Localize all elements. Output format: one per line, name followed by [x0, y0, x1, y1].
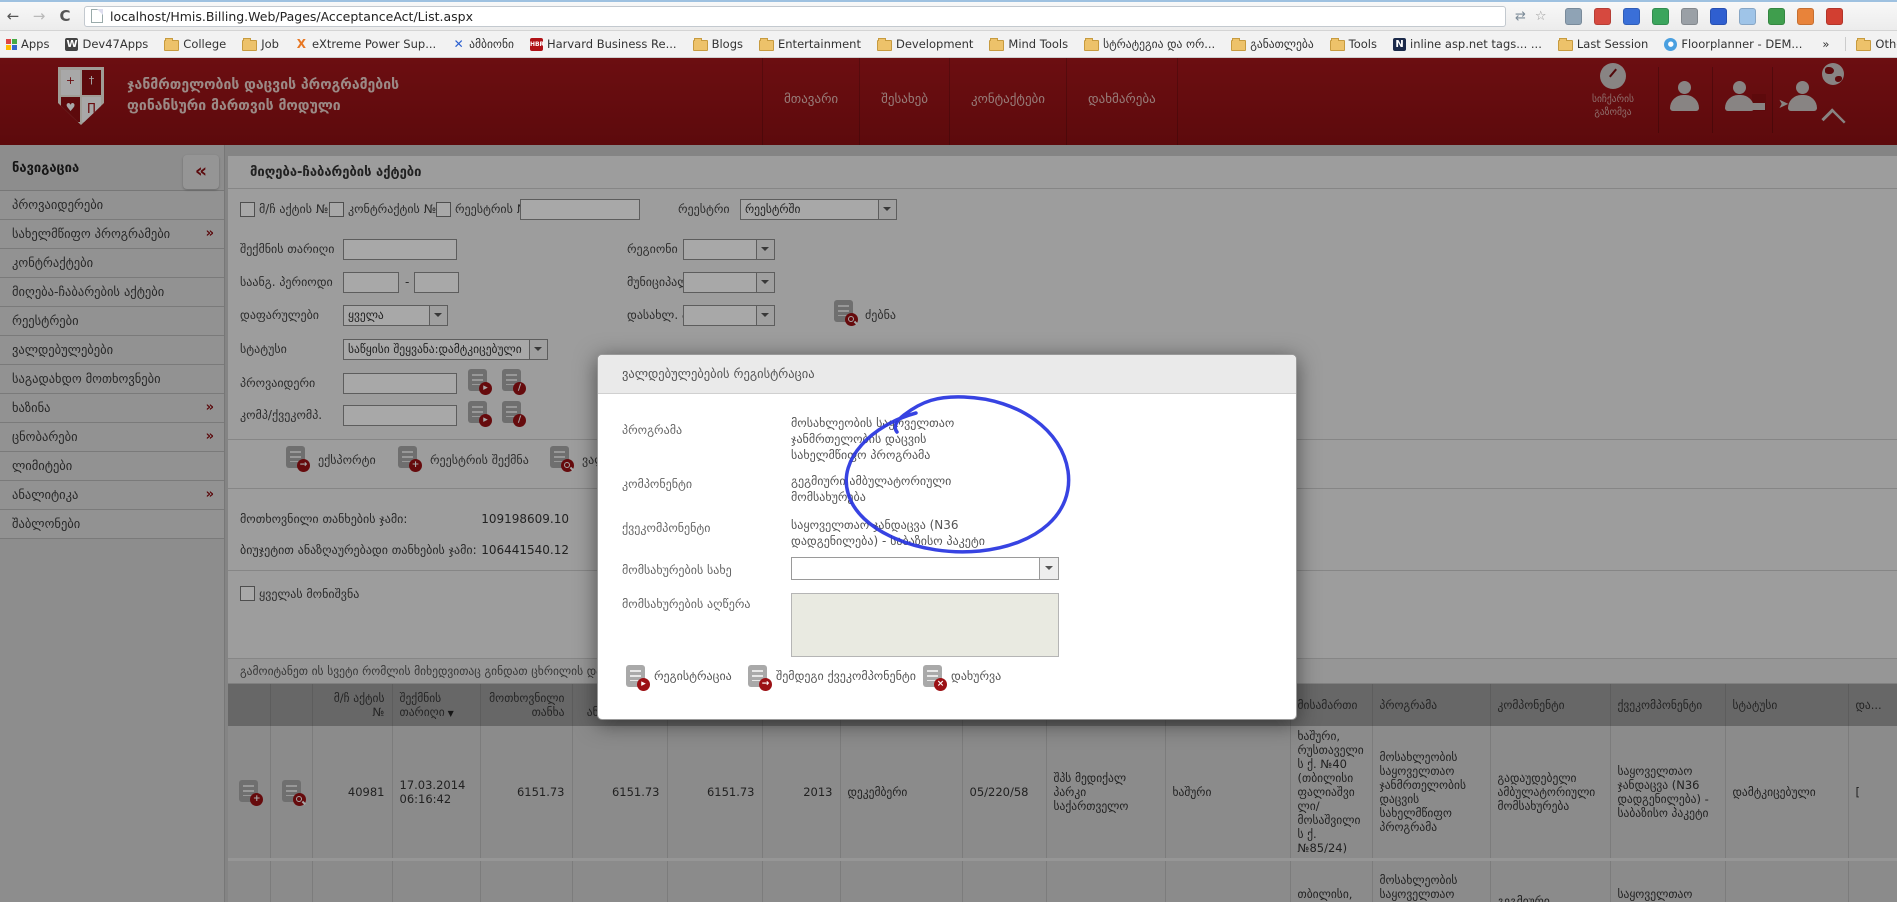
blue-dot-icon: ● — [1664, 38, 1677, 51]
folder-icon — [1084, 40, 1099, 51]
sync-arrows-extension-icon[interactable] — [1652, 8, 1669, 25]
registration-icon: ▸ — [626, 665, 645, 687]
folder-icon — [242, 40, 257, 51]
gmail-extension-icon[interactable] — [1826, 8, 1843, 25]
subcomponent-label: ქვეკომპონენტი — [622, 521, 710, 535]
bookmark-item[interactable]: Job — [242, 37, 279, 51]
browser-chrome: ← → C localhost/Hmis.Billing.Web/Pages/A… — [0, 0, 1897, 58]
bookmark-label: Development — [896, 37, 973, 51]
next-icon: → — [748, 665, 767, 687]
service-desc-label: მომსახურების აღწერა — [622, 597, 751, 611]
bookmark-item[interactable]: Development — [877, 37, 973, 51]
bookmark-label: განათლება — [1250, 37, 1313, 51]
bookmark-label: College — [183, 37, 226, 51]
bookmark-label: სტრატეგია და ორ... — [1103, 37, 1215, 51]
bookmark-item[interactable]: HBR Harvard Business Re... — [530, 37, 677, 51]
n-box-icon: N — [1393, 38, 1406, 51]
bookmark-label: Blogs — [712, 37, 743, 51]
folder-icon — [1558, 40, 1573, 51]
bookmark-item[interactable]: W Dev47Apps — [65, 37, 148, 51]
reload-icon[interactable]: C — [52, 7, 78, 25]
w-box-icon: W — [65, 38, 78, 51]
bookmark-item[interactable]: Ninline asp.net tags... ... — [1393, 37, 1542, 51]
program-label: პროგრამა — [622, 423, 682, 437]
modal-component-label: კომპონენტი — [622, 477, 692, 491]
modal-component-value: გეგმიური ამბულატორიული მომსახურება — [791, 473, 996, 505]
bookmark-label: Harvard Business Re... — [547, 37, 677, 51]
folder-icon — [759, 40, 774, 51]
bookmark-item[interactable]: Tools — [1330, 37, 1377, 51]
bookmark-label: Dev47Apps — [82, 37, 148, 51]
modal-title: ვალდებულებების რეგისტრაცია — [598, 355, 1296, 394]
subcomponent-value: საყოველთაო ჯანდაცვა (N36 დადგენილება) - … — [791, 517, 996, 549]
bookmark-label: Mind Tools — [1008, 37, 1068, 51]
folder-icon — [164, 40, 179, 51]
bookmark-item[interactable]: სტრატეგია და ორ... — [1084, 37, 1215, 51]
bookmark-item[interactable]: Last Session — [1558, 37, 1649, 51]
service-desc-textarea[interactable] — [791, 593, 1059, 657]
bookmark-item[interactable]: ✕ ამბიონი — [452, 37, 514, 51]
service-type-label: მომსახურების სახე — [622, 563, 732, 577]
dots-grid-extension-icon[interactable] — [1681, 8, 1698, 25]
bookmark-label: eXtreme Power Sup... — [312, 37, 436, 51]
bookmark-label: Apps — [21, 37, 49, 51]
hbr-icon: HBR — [530, 38, 543, 51]
back-icon[interactable]: ← — [0, 7, 26, 25]
folder-icon — [1231, 40, 1246, 51]
bookmark-item[interactable]: განათლება — [1231, 37, 1313, 51]
bookmark-item[interactable]: XeXtreme Power Sup... — [295, 37, 436, 51]
bookmark-label: Other bookmarks — [1875, 37, 1897, 51]
pocket-extension-icon[interactable] — [1594, 8, 1611, 25]
translate-extension-icon[interactable] — [1623, 8, 1640, 25]
folder-icon — [877, 40, 892, 51]
bookmark-item[interactable]: Apps — [6, 37, 49, 51]
apps-grid-icon — [6, 39, 17, 50]
page-icon — [91, 9, 103, 23]
bookmark-item[interactable]: Blogs — [693, 37, 743, 51]
share-icon[interactable]: ⇄ — [1515, 9, 1526, 24]
bookmark-label: inline asp.net tags... ... — [1410, 37, 1542, 51]
close-button[interactable]: × დახურვა — [923, 665, 1001, 687]
obligation-registration-modal: ვალდებულებების რეგისტრაცია პროგრამა მოსა… — [597, 354, 1297, 720]
cast-extension-icon[interactable] — [1565, 8, 1582, 25]
bookmark-item[interactable]: » — [1818, 37, 1829, 51]
service-type-select[interactable] — [791, 557, 1059, 580]
address-bar[interactable]: localhost/Hmis.Billing.Web/Pages/Accepta… — [84, 6, 1506, 27]
extension-icons — [1565, 8, 1843, 25]
browser-orange-extension-icon[interactable] — [1797, 8, 1814, 25]
folder-icon — [989, 40, 1004, 51]
x-orange-icon: X — [295, 38, 308, 51]
browser-toolbar: ← → C localhost/Hmis.Billing.Web/Pages/A… — [0, 0, 1897, 31]
url-text: localhost/Hmis.Billing.Web/Pages/Accepta… — [110, 9, 473, 24]
windows-extension-icon[interactable] — [1710, 8, 1727, 25]
bookmark-item[interactable]: Mind Tools — [989, 37, 1068, 51]
folder-icon — [1856, 40, 1871, 51]
bookmark-star-icon[interactable]: ☆ — [1535, 9, 1547, 24]
bookmark-label: ამბიონი — [469, 37, 514, 51]
forward-icon[interactable]: → — [26, 7, 52, 25]
bookmark-label: Tools — [1349, 37, 1377, 51]
bookmarks-bar: Apps W Dev47Apps College Job XeXtreme Power S… — [0, 31, 1897, 58]
bookmark-label: Floorplanner - DEM... — [1681, 37, 1802, 51]
bookmark-item[interactable]: ● Floorplanner - DEM... — [1664, 37, 1802, 51]
bookmark-label: Last Session — [1577, 37, 1649, 51]
web-page: +†♥∏ ჯანმრთელობის დაცვის პროგრამების ფინ… — [0, 55, 1897, 902]
registration-button[interactable]: ▸ რეგისტრაცია — [626, 665, 732, 687]
bookmark-label: » — [1822, 37, 1829, 51]
cloud-extension-icon[interactable] — [1739, 8, 1756, 25]
close-icon: × — [923, 665, 942, 687]
program-value: მოსახლეობის საყოველთაო ჯანმრთელობის დაცვ… — [791, 415, 996, 463]
bookmark-label: Job — [261, 37, 279, 51]
folder-icon — [1330, 40, 1345, 51]
bookmark-item[interactable]: Entertainment — [759, 37, 861, 51]
folder-icon — [693, 40, 708, 51]
bookmark-item[interactable]: Other bookmarks — [1845, 37, 1897, 51]
x-blue-icon: ✕ — [452, 38, 465, 51]
next-subcomponent-button[interactable]: → შემდეგი ქვეკომპონენტი — [748, 665, 916, 687]
bookmark-item[interactable]: College — [164, 37, 226, 51]
pin-extension-icon[interactable] — [1768, 8, 1785, 25]
bookmark-label: Entertainment — [778, 37, 861, 51]
